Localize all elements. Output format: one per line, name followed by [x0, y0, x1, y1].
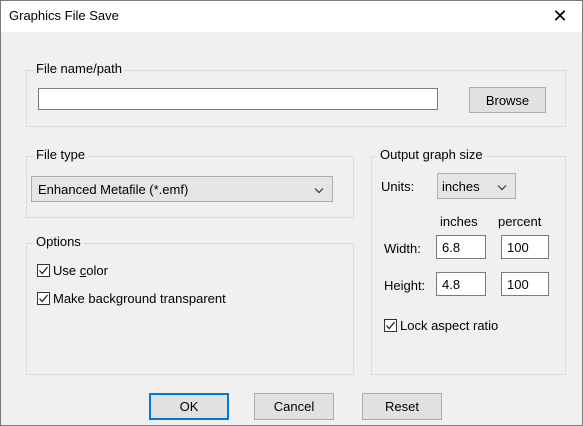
window-title: Graphics File Save — [9, 8, 119, 23]
reset-button[interactable]: Reset — [362, 393, 442, 420]
transparent-background-label: Make background transparent — [53, 291, 226, 306]
width-inches-input[interactable] — [436, 235, 486, 259]
checkmark-icon — [37, 292, 50, 305]
units-label: Units: — [381, 179, 415, 194]
units-selected-value: inches — [442, 178, 480, 194]
graphics-file-save-dialog: Graphics File Save ✕ File name/path Brow… — [0, 0, 583, 426]
checkmark-icon — [384, 319, 397, 332]
file-path-group-label: File name/path — [34, 61, 124, 76]
file-path-input[interactable] — [38, 88, 438, 110]
transparent-background-checkbox[interactable]: Make background transparent — [37, 291, 226, 306]
browse-button[interactable]: Browse — [469, 87, 546, 113]
options-group-label: Options — [34, 234, 83, 249]
width-label: Width: — [384, 241, 421, 256]
height-label: Height: — [384, 278, 426, 293]
checkmark-icon — [37, 264, 50, 277]
close-icon[interactable]: ✕ — [538, 1, 582, 32]
cancel-button[interactable]: Cancel — [254, 393, 334, 420]
inches-column-header: inches — [440, 214, 478, 229]
use-color-label: Use color — [53, 263, 108, 278]
file-type-group-label: File type — [34, 147, 88, 162]
percent-column-header: percent — [498, 214, 542, 229]
file-type-selected-value: Enhanced Metafile (*.emf) — [38, 181, 189, 197]
height-inches-input[interactable] — [436, 272, 486, 296]
units-select[interactable]: inches — [437, 173, 516, 199]
height-percent-input[interactable] — [501, 272, 549, 296]
lock-aspect-ratio-checkbox[interactable]: Lock aspect ratio — [384, 318, 498, 333]
title-bar: Graphics File Save ✕ — [1, 1, 582, 32]
output-size-group-label: Output graph size — [378, 147, 485, 162]
chevron-down-icon — [497, 179, 507, 194]
width-percent-input[interactable] — [501, 235, 549, 259]
file-type-select[interactable]: Enhanced Metafile (*.emf) — [31, 176, 333, 202]
chevron-down-icon — [314, 182, 324, 197]
ok-button[interactable]: OK — [149, 393, 229, 420]
use-color-checkbox[interactable]: Use color — [37, 263, 108, 278]
lock-aspect-ratio-label: Lock aspect ratio — [400, 318, 499, 333]
